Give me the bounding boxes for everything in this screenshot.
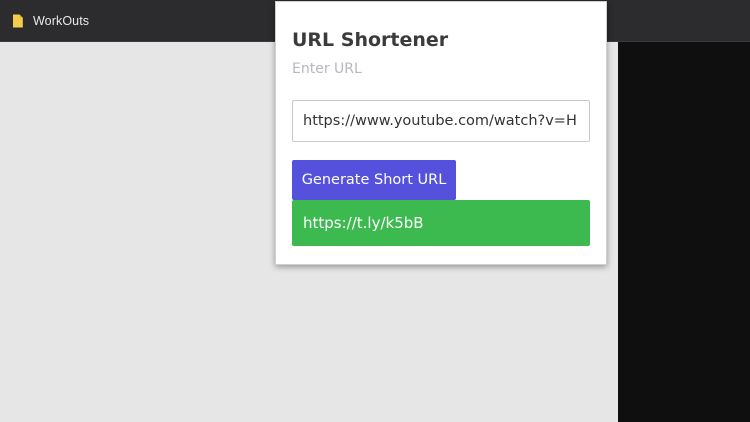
short-url-result[interactable]: https://t.ly/k5bB (292, 200, 590, 246)
enter-url-label: Enter URL (292, 61, 362, 77)
url-input[interactable] (292, 100, 590, 142)
short-url-text: https://t.ly/k5bB (303, 214, 424, 232)
popup-title: URL Shortener (292, 29, 449, 51)
url-shortener-popup: URL Shortener Enter URL Generate Short U… (275, 1, 607, 265)
side-panel (618, 42, 750, 422)
folder-icon (12, 13, 24, 29)
bookmark-workouts[interactable]: WorkOuts (12, 12, 89, 30)
browser-window: WorkOuts URL Shortener Enter URL Generat… (0, 0, 750, 422)
bookmark-label: WorkOuts (33, 14, 90, 28)
generate-short-url-button[interactable]: Generate Short URL (292, 160, 456, 200)
